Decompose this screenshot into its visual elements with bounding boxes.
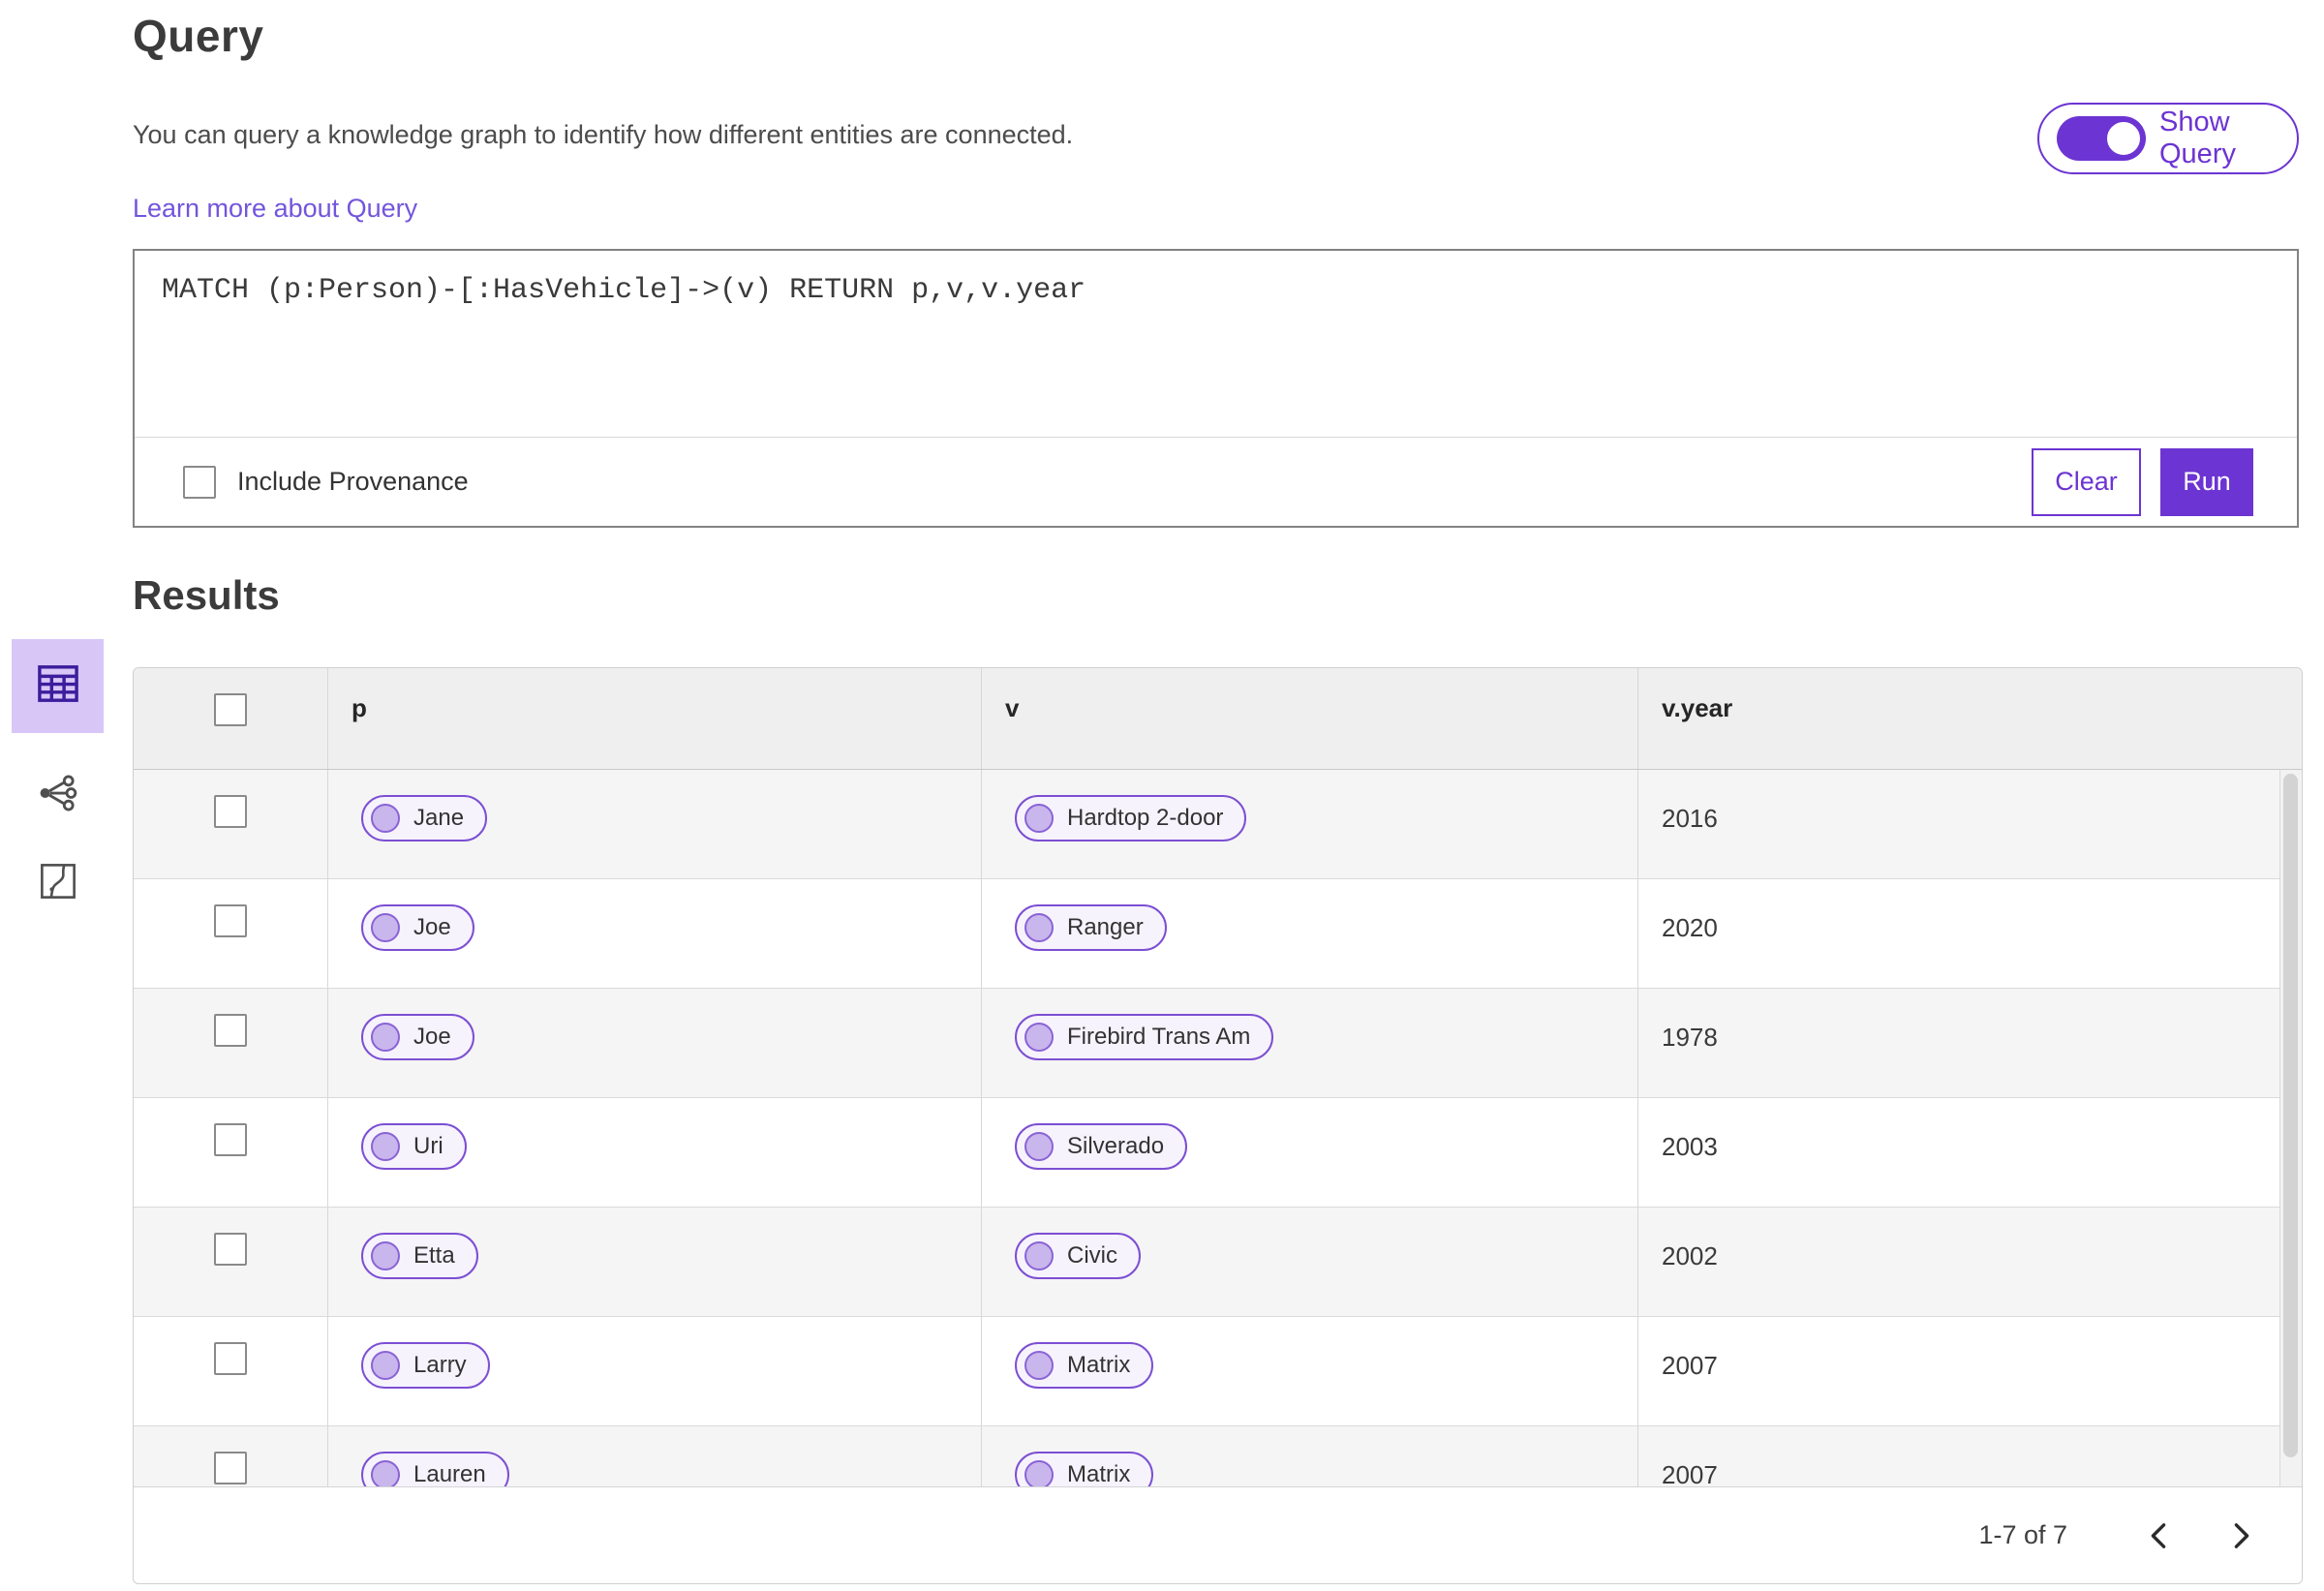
network-view-icon	[36, 771, 80, 820]
entity-pill[interactable]: Silverado	[1015, 1123, 1188, 1170]
table-row: Joe Firebird Trans Am 1978	[134, 989, 2302, 1098]
year-value: 2002	[1662, 1240, 1718, 1270]
entity-pill[interactable]: Ranger	[1015, 904, 1167, 951]
column-header-p[interactable]: p	[327, 668, 981, 769]
entity-pill[interactable]: Larry	[361, 1342, 490, 1389]
node-icon	[371, 1023, 400, 1052]
year-value: 2007	[1662, 1459, 1718, 1489]
table-header-row: p v v.year	[134, 668, 2302, 770]
run-button[interactable]: Run	[2160, 447, 2253, 516]
results-heading: Results	[133, 572, 280, 618]
network-view-button[interactable]	[12, 749, 104, 842]
year-value: 2020	[1662, 912, 1718, 942]
row-checkbox[interactable]	[214, 1233, 247, 1266]
row-checkbox[interactable]	[214, 904, 247, 937]
node-icon	[1024, 913, 1054, 942]
select-all-checkbox[interactable]	[214, 693, 247, 726]
chevron-right-icon	[2234, 1522, 2249, 1548]
node-icon	[1024, 1132, 1054, 1161]
page-description: You can query a knowledge graph to ident…	[133, 120, 1074, 149]
node-icon	[371, 1460, 400, 1489]
show-query-label: Show Query	[2159, 107, 2236, 169]
node-icon	[371, 804, 400, 833]
include-provenance-label: Include Provenance	[237, 467, 469, 496]
pagination-range: 1-7 of 7	[1978, 1520, 2067, 1549]
entity-pill[interactable]: Etta	[361, 1233, 478, 1279]
chevron-left-icon	[2151, 1522, 2166, 1548]
table-row: Larry Matrix 2007	[134, 1317, 2302, 1426]
query-input[interactable]: MATCH (p:Person)-[:HasVehicle]->(v) RETU…	[135, 251, 2297, 437]
node-icon	[1024, 1460, 1054, 1489]
scrollbar-thumb[interactable]	[2283, 774, 2298, 1457]
row-checkbox[interactable]	[214, 1123, 247, 1156]
table-row: Uri Silverado 2003	[134, 1098, 2302, 1208]
node-icon	[1024, 804, 1054, 833]
learn-more-link[interactable]: Learn more about Query	[133, 194, 417, 224]
entity-pill[interactable]: Matrix	[1015, 1342, 1154, 1389]
table-view-button[interactable]	[12, 639, 104, 733]
clear-button[interactable]: Clear	[2032, 447, 2141, 516]
node-icon	[371, 1132, 400, 1161]
entity-pill[interactable]: Joe	[361, 1014, 474, 1060]
prev-page-button[interactable]	[2139, 1516, 2178, 1555]
node-icon	[371, 1351, 400, 1380]
year-value: 2003	[1662, 1131, 1718, 1161]
entity-pill[interactable]: Firebird Trans Am	[1015, 1014, 1274, 1060]
toggle-switch-icon[interactable]	[2057, 116, 2146, 161]
node-icon	[371, 913, 400, 942]
map-view-icon	[38, 861, 78, 906]
results-view-switcher	[12, 639, 104, 931]
query-panel: MATCH (p:Person)-[:HasVehicle]->(v) RETU…	[133, 249, 2299, 1579]
row-checkbox[interactable]	[214, 1452, 247, 1484]
row-checkbox[interactable]	[214, 1342, 247, 1375]
map-view-button[interactable]	[12, 837, 104, 931]
node-icon	[371, 1241, 400, 1270]
results-table: p v v.year Jane Hardtop 2-door 2016 Joe …	[133, 667, 2303, 1584]
table-row: Jane Hardtop 2-door 2016	[134, 770, 2302, 879]
row-checkbox[interactable]	[214, 795, 247, 828]
row-checkbox[interactable]	[214, 1014, 247, 1047]
show-query-toggle[interactable]: Show Query	[2037, 103, 2299, 174]
year-value: 2007	[1662, 1350, 1718, 1380]
entity-pill[interactable]: Joe	[361, 904, 474, 951]
entity-pill[interactable]: Uri	[361, 1123, 467, 1170]
table-row: Joe Ranger 2020	[134, 879, 2302, 989]
toggle-knob	[2104, 119, 2143, 158]
table-scrollbar[interactable]	[2279, 770, 2302, 1488]
node-icon	[1024, 1023, 1054, 1052]
entity-pill[interactable]: Hardtop 2-door	[1015, 795, 1247, 841]
table-view-icon	[36, 663, 80, 709]
year-value: 1978	[1662, 1022, 1718, 1052]
next-page-button[interactable]	[2222, 1516, 2261, 1555]
page-title: Query	[133, 11, 264, 61]
query-panel-footer: Include Provenance Clear Run	[135, 437, 2297, 526]
node-icon	[1024, 1351, 1054, 1380]
column-header-vyear[interactable]: v.year	[1637, 668, 2302, 769]
include-provenance-checkbox[interactable]	[183, 465, 216, 499]
table-row: Etta Civic 2002	[134, 1208, 2302, 1317]
year-value: 2016	[1662, 803, 1718, 833]
header-row: You can query a knowledge graph to ident…	[133, 103, 2299, 180]
column-header-v[interactable]: v	[981, 668, 1637, 769]
entity-pill[interactable]: Jane	[361, 795, 488, 841]
entity-pill[interactable]: Civic	[1015, 1233, 1141, 1279]
pagination-bar: 1-7 of 7	[134, 1486, 2302, 1583]
node-icon	[1024, 1241, 1054, 1270]
